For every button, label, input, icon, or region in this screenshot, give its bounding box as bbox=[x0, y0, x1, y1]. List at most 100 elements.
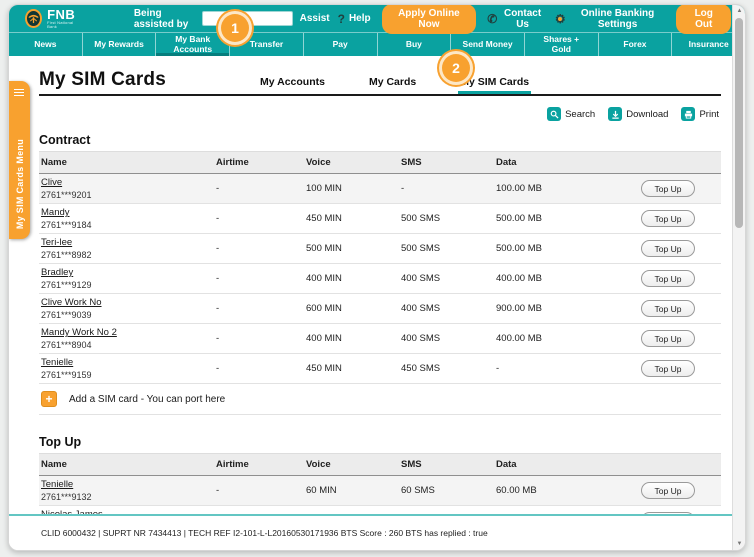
top-up-button[interactable]: Top Up bbox=[641, 360, 695, 377]
name-cell: Tenielle 2761***9159 bbox=[41, 357, 216, 380]
sim-number: 2761***9129 bbox=[41, 280, 216, 290]
table-row: Bradley2761***9129-400 MIN400 SMS400.00 … bbox=[39, 264, 721, 294]
vertical-scrollbar[interactable]: ▲ ▼ bbox=[732, 5, 745, 550]
sim-name-link[interactable]: Mandy Work No 2 bbox=[41, 327, 117, 338]
table-row: Mandy Work No 22761***8904-400 MIN400 SM… bbox=[39, 324, 721, 354]
table-row: Clive Work No2761***9039-600 MIN400 SMS9… bbox=[39, 294, 721, 324]
sim-cards-menu-tab[interactable]: My SIM Cards Menu bbox=[9, 81, 30, 239]
name-cell: Teri-lee 2761***8982 bbox=[41, 237, 216, 260]
page-footer: CLID 6000432 | SUPRT NR 7434413 | TECH R… bbox=[9, 514, 732, 550]
voice-cell: 400 MIN bbox=[306, 333, 401, 344]
nav-item-my-rewards[interactable]: My Rewards bbox=[82, 33, 156, 56]
page-content: My SIM Cards My Accounts My Cards My SIM C… bbox=[9, 56, 745, 551]
airtime-cell: - bbox=[216, 485, 306, 496]
nav-item-send-money[interactable]: Send Money bbox=[450, 33, 524, 56]
scroll-up-arrow[interactable]: ▲ bbox=[733, 5, 746, 17]
top-up-button[interactable]: Top Up bbox=[641, 330, 695, 347]
sim-name-link[interactable]: Teri-lee bbox=[41, 237, 72, 248]
gear-icon: ⚙ bbox=[555, 13, 566, 25]
help-icon: ? bbox=[338, 13, 345, 25]
data-cell: 100.00 MB bbox=[496, 183, 641, 194]
online-banking-settings-button[interactable]: ⚙ Online Banking Settings bbox=[555, 8, 666, 30]
add-sim-icon[interactable]: + bbox=[41, 391, 57, 407]
top-up-button[interactable]: Top Up bbox=[641, 210, 695, 227]
data-cell: 60.00 MB bbox=[496, 485, 641, 496]
sms-cell: - bbox=[401, 183, 496, 194]
data-cell: 400.00 MB bbox=[496, 333, 641, 344]
column-header-airtime: Airtime bbox=[216, 157, 306, 168]
tab-my-sim-cards[interactable]: My SIM Cards bbox=[458, 76, 531, 91]
footer-reference-text: CLID 6000432 | SUPRT NR 7434413 | TECH R… bbox=[9, 516, 732, 538]
table-row: Clive2761***9201-100 MIN-100.00 MBTop Up bbox=[39, 174, 721, 204]
brand-tagline: First National Bank bbox=[47, 21, 80, 29]
fnb-tree-icon bbox=[25, 9, 42, 28]
print-button[interactable]: Print bbox=[681, 107, 719, 121]
scroll-down-arrow[interactable]: ▼ bbox=[733, 538, 746, 550]
voice-cell: 600 MIN bbox=[306, 303, 401, 314]
assist-button[interactable]: Assist bbox=[300, 13, 330, 24]
annotation-callout-1: 1 bbox=[221, 14, 249, 42]
table-row: Mandy2761***9184-450 MIN500 SMS500.00 MB… bbox=[39, 204, 721, 234]
nav-item-label: Forex bbox=[623, 40, 646, 49]
top-up-button[interactable]: Top Up bbox=[641, 240, 695, 257]
page-head: My SIM Cards My Accounts My Cards My SIM C… bbox=[39, 56, 721, 96]
download-button[interactable]: Download bbox=[608, 107, 668, 121]
top-up-button[interactable]: Top Up bbox=[641, 270, 695, 287]
account-tabs: My Accounts My Cards My SIM Cards bbox=[258, 76, 531, 91]
action-cell: Top Up bbox=[641, 180, 721, 197]
action-cell: Top Up bbox=[641, 270, 721, 287]
apply-online-now-button[interactable]: Apply Online Now bbox=[382, 4, 477, 34]
sms-cell: 500 SMS bbox=[401, 213, 496, 224]
top-up-button[interactable]: Top Up bbox=[641, 180, 695, 197]
action-cell: Top Up bbox=[641, 330, 721, 347]
nav-item-news[interactable]: News bbox=[9, 33, 82, 56]
sim-number: 2761***8982 bbox=[41, 250, 216, 260]
add-sim-row: + Add a SIM card - You can port here bbox=[39, 384, 721, 415]
nav-item-shares-gold[interactable]: Shares + Gold bbox=[524, 33, 598, 56]
top-up-button[interactable]: Top Up bbox=[641, 300, 695, 317]
voice-cell: 450 MIN bbox=[306, 363, 401, 374]
name-cell: Clive2761***9201 bbox=[41, 177, 216, 200]
data-cell: 500.00 MB bbox=[496, 213, 641, 224]
name-cell: Bradley 2761***9129 bbox=[41, 267, 216, 290]
action-cell: Top Up bbox=[641, 240, 721, 257]
print-icon bbox=[681, 107, 695, 121]
nav-item-label: Shares + Gold bbox=[535, 35, 587, 54]
column-header-name: Name bbox=[41, 459, 216, 470]
add-sim-label[interactable]: Add a SIM card - You can port here bbox=[69, 394, 225, 405]
menu-grip-icon bbox=[14, 87, 24, 98]
sim-number: 2761***8904 bbox=[41, 340, 216, 350]
voice-cell: 400 MIN bbox=[306, 273, 401, 284]
column-header-data: Data bbox=[496, 459, 641, 470]
sim-name-link[interactable]: Tenielle bbox=[41, 479, 73, 490]
help-button[interactable]: ? Help bbox=[338, 13, 371, 25]
nav-item-pay[interactable]: Pay bbox=[303, 33, 377, 56]
topup-heading: Top Up bbox=[39, 435, 721, 449]
data-cell: 500.00 MB bbox=[496, 243, 641, 254]
scrollbar-thumb[interactable] bbox=[735, 18, 743, 228]
data-cell: - bbox=[496, 363, 641, 374]
sim-number: 2761***9159 bbox=[41, 370, 216, 380]
top-up-button[interactable]: Top Up bbox=[641, 482, 695, 499]
tab-my-cards[interactable]: My Cards bbox=[367, 76, 418, 91]
sms-cell: 450 SMS bbox=[401, 363, 496, 374]
assisted-by-label: Being assisted by bbox=[134, 8, 195, 30]
action-cell: Top Up bbox=[641, 300, 721, 317]
sms-cell: 400 SMS bbox=[401, 333, 496, 344]
sim-name-link[interactable]: Mandy bbox=[41, 207, 70, 218]
sim-name-link[interactable]: Tenielle bbox=[41, 357, 73, 368]
contact-us-button[interactable]: ✆ Contact Us bbox=[487, 8, 544, 30]
sim-cards-menu-label: My SIM Cards Menu bbox=[15, 139, 25, 229]
nav-item-buy[interactable]: Buy bbox=[377, 33, 451, 56]
sim-name-link[interactable]: Clive bbox=[41, 177, 62, 188]
sim-name-link[interactable]: Clive Work No bbox=[41, 297, 102, 308]
search-button[interactable]: Search bbox=[547, 107, 595, 121]
nav-item-forex[interactable]: Forex bbox=[598, 33, 672, 56]
fnb-logo: FNB First National Bank bbox=[25, 8, 80, 29]
log-out-button[interactable]: Log Out bbox=[676, 4, 731, 34]
nav-item-label: News bbox=[34, 40, 56, 49]
column-header-voice: Voice bbox=[306, 459, 401, 470]
nav-item-my-bank-accounts[interactable]: My Bank Accounts bbox=[155, 33, 229, 56]
sim-name-link[interactable]: Bradley bbox=[41, 267, 73, 278]
tab-my-accounts[interactable]: My Accounts bbox=[258, 76, 327, 91]
